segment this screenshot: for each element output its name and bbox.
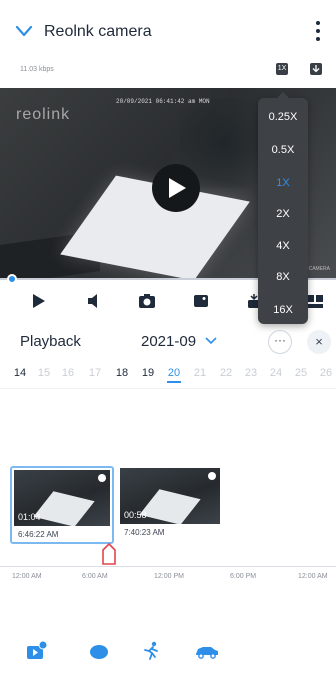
- clip-badge-icon: [98, 474, 106, 482]
- clip-duration: 01:04: [18, 512, 41, 522]
- playback-label: Playback: [20, 333, 81, 350]
- record-icon[interactable]: [192, 292, 210, 310]
- clip-time: 7:40:23 AM: [124, 528, 165, 537]
- layout-icon[interactable]: [306, 292, 324, 310]
- timeline-axis[interactable]: [0, 566, 336, 567]
- more-button[interactable]: ···: [268, 330, 292, 354]
- selected-day-indicator: [167, 381, 181, 383]
- clip-time: 6:46:22 AM: [18, 530, 59, 539]
- volume-icon[interactable]: [86, 292, 104, 310]
- clip-badge-icon: [208, 472, 216, 480]
- timeline-label: 6:00 PM: [230, 573, 257, 580]
- day-item: 15: [37, 367, 51, 379]
- play-icon[interactable]: [30, 292, 48, 310]
- timeline-marker-icon[interactable]: [102, 543, 116, 565]
- timeline-label: 12:00 AM: [298, 573, 328, 580]
- speed-option-0-5x[interactable]: 0.5X: [258, 144, 308, 156]
- playback-header: Playback 2021-09 ··· ×: [0, 330, 336, 354]
- day-item[interactable]: 19: [138, 367, 158, 379]
- chevron-down-icon[interactable]: [205, 336, 217, 346]
- day-item: 22: [219, 367, 233, 379]
- speed-option-0-25x[interactable]: 0.25X: [258, 111, 308, 123]
- day-item: 23: [244, 367, 258, 379]
- speed-option-2x[interactable]: 2X: [258, 208, 308, 220]
- camera-logo: reolink: [16, 106, 71, 123]
- video-timestamp: 20/09/2021 06:41:42 am MON: [116, 98, 210, 105]
- timeline-label: 12:00 AM: [12, 573, 42, 580]
- close-button[interactable]: ×: [307, 330, 331, 354]
- day-item: 17: [88, 367, 102, 379]
- day-item: 24: [269, 367, 283, 379]
- day-item[interactable]: 18: [112, 367, 132, 379]
- divider: [0, 388, 336, 389]
- fullscreen-icon[interactable]: 1X: [276, 63, 288, 75]
- video-watermark: CAMERA: [308, 266, 330, 272]
- day-item: 16: [61, 367, 75, 379]
- page-title: Reolnk camera: [44, 23, 152, 40]
- speed-option-4x[interactable]: 4X: [258, 240, 308, 252]
- more-vert-icon[interactable]: [314, 20, 322, 42]
- clip-paper: [33, 491, 95, 526]
- chevron-down-icon[interactable]: [14, 21, 34, 41]
- event-filter-bar: [0, 636, 336, 666]
- download-arrow-icon: [312, 65, 320, 73]
- clip-paper: [139, 489, 201, 524]
- day-item: 25: [294, 367, 308, 379]
- vehicle-icon[interactable]: [194, 640, 220, 662]
- app-header: Reolnk camera: [0, 0, 336, 60]
- speed-option-16x[interactable]: 16X: [258, 304, 308, 316]
- timeline-label: 12:00 PM: [154, 573, 184, 580]
- video-alert-icon[interactable]: [26, 640, 48, 662]
- fullscreen-label: 1X: [277, 65, 287, 72]
- speed-option-1x[interactable]: 1X: [258, 177, 308, 189]
- day-item[interactable]: 14: [10, 367, 30, 379]
- day-item: 26: [319, 367, 333, 379]
- clip-card-selected[interactable]: 01:04 6:46:22 AM: [10, 466, 114, 544]
- speed-option-8x[interactable]: 8X: [258, 271, 308, 283]
- person-blob-icon[interactable]: [88, 640, 110, 662]
- day-strip: 14 15 16 17 18 19 20 21 22 23 24 25 26: [0, 364, 336, 386]
- scrub-handle[interactable]: [7, 274, 17, 284]
- clip-card[interactable]: 00:58 7:40:23 AM: [118, 466, 222, 544]
- play-icon: [169, 178, 186, 198]
- timeline-label: 6:00 AM: [82, 573, 108, 580]
- clip-duration: 00:58: [124, 510, 147, 520]
- bitrate-readout: 11.03 kbps: [20, 66, 54, 73]
- running-person-icon[interactable]: [140, 640, 162, 662]
- day-item-selected[interactable]: 20: [164, 367, 184, 379]
- day-item: 21: [193, 367, 207, 379]
- download-icon[interactable]: [310, 63, 322, 75]
- play-button[interactable]: [152, 164, 200, 212]
- snapshot-icon[interactable]: [138, 292, 156, 310]
- speed-menu: 0.25X 0.5X 1X 2X 4X 8X 16X: [258, 92, 308, 324]
- month-selector[interactable]: 2021-09: [141, 333, 196, 350]
